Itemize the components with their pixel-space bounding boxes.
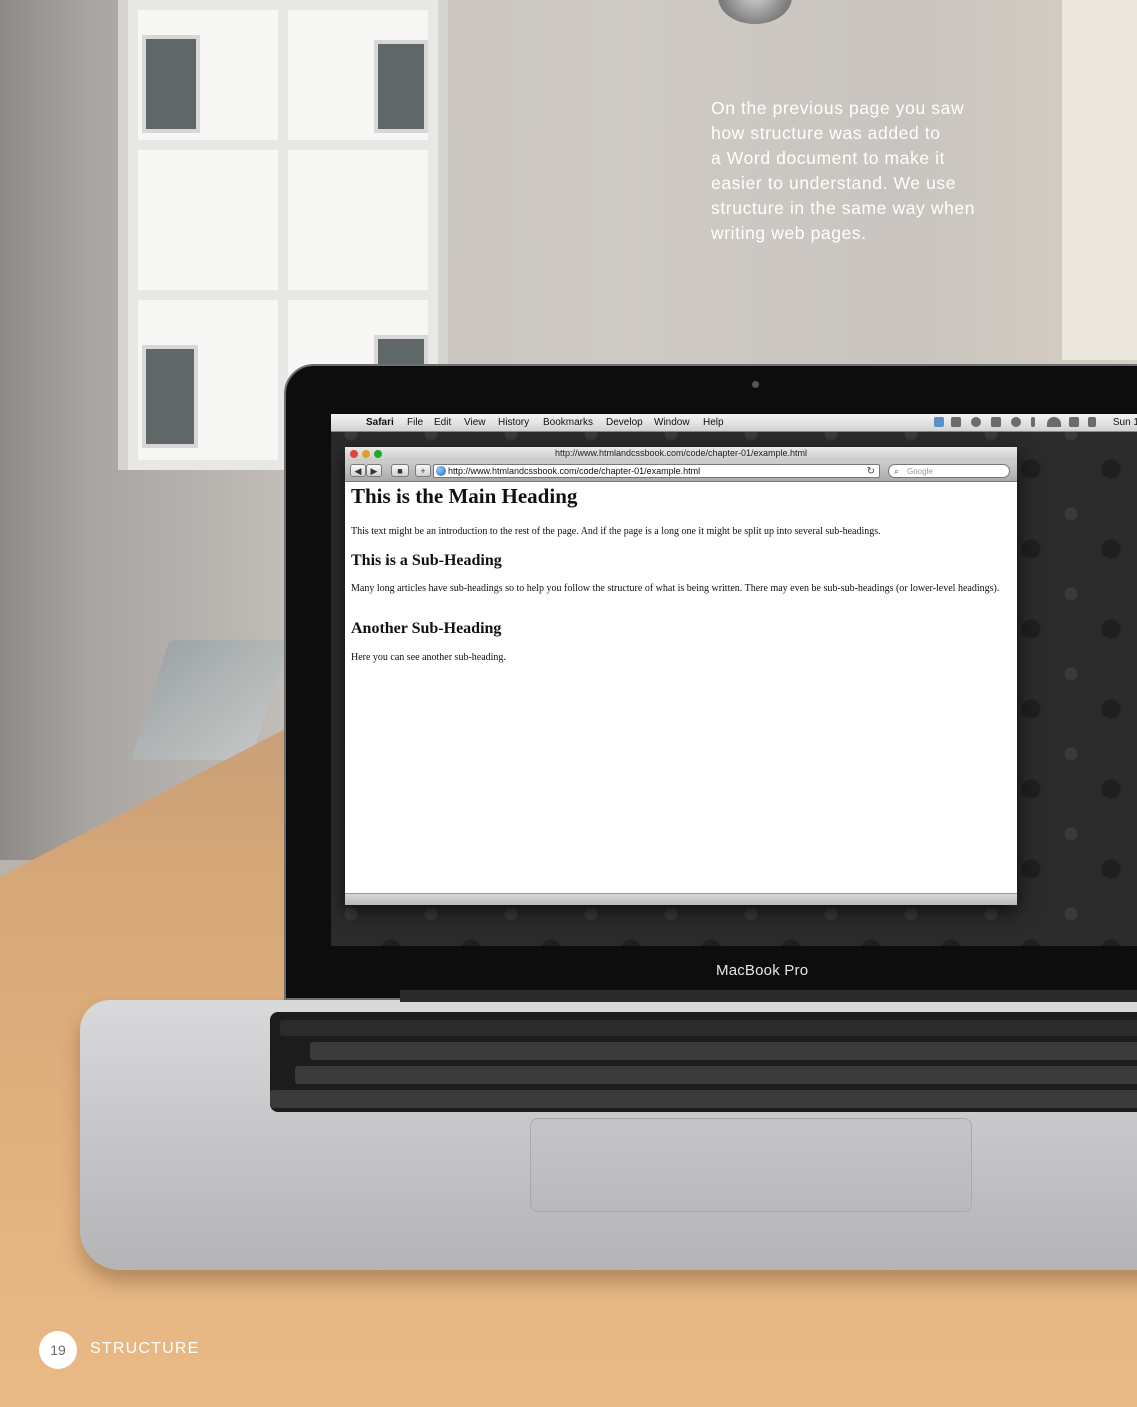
browser-statusbar [345, 893, 1017, 905]
window-pane [288, 150, 428, 290]
intro-paragraph: This text might be an introduction to th… [351, 526, 881, 537]
intro-copy: On the previous page you saw how structu… [711, 98, 976, 243]
back-button[interactable]: ◀ [350, 464, 366, 477]
sub-heading-2: Another Sub-Heading [351, 620, 502, 637]
sub-heading-1: This is a Sub-Heading [351, 552, 502, 569]
key-row [295, 1066, 1137, 1084]
window-title: http://www.htmlandcssbook.com/code/chapt… [554, 448, 808, 458]
key-row [270, 1090, 1137, 1108]
menu-safari[interactable]: Safari [366, 417, 394, 428]
distant-window [374, 40, 428, 133]
key-row [310, 1042, 1137, 1060]
right-window [1062, 0, 1137, 360]
clock-status-icon[interactable] [971, 417, 981, 427]
search-icon: ⌕ [894, 466, 900, 476]
trackpad [530, 1118, 972, 1212]
bluetooth-icon[interactable] [1031, 417, 1035, 427]
wifi-icon[interactable] [1047, 417, 1061, 427]
search-field[interactable]: ⌕ Google [888, 464, 1010, 478]
menu-edit[interactable]: Edit [434, 417, 451, 428]
menu-bookmarks[interactable]: Bookmarks [543, 417, 593, 428]
add-bookmark-button[interactable]: + [415, 464, 431, 477]
key-row [280, 1020, 1137, 1036]
window-pane [138, 150, 278, 290]
menu-history[interactable]: History [498, 417, 529, 428]
display-status-icon[interactable] [991, 417, 1001, 427]
status-app-icon[interactable] [934, 417, 944, 427]
sync-status-icon[interactable] [1011, 417, 1021, 427]
laptop-brand: MacBook Pro [716, 962, 809, 979]
mac-menubar: Safari File Edit View History Bookmarks … [331, 414, 1137, 432]
globe-icon [436, 466, 446, 476]
browser-toolbar: ◀ ▶ ■ + http://www.htmlandcssbook.com/co… [345, 461, 1017, 482]
distant-window [142, 35, 200, 133]
laptop-hinge [400, 990, 1137, 1002]
section-label: STRUCTURE [90, 1340, 200, 1357]
menu-develop[interactable]: Develop [606, 417, 643, 428]
web-page-content: This is the Main Heading This text might… [345, 482, 1017, 894]
menu-help[interactable]: Help [703, 417, 724, 428]
paragraph-2: Here you can see another sub-heading. [351, 652, 506, 663]
input-menu-icon[interactable] [1069, 417, 1079, 427]
window-titlebar: http://www.htmlandcssbook.com/code/chapt… [345, 447, 1017, 461]
share-icon[interactable]: ■ [391, 464, 409, 477]
menu-window[interactable]: Window [654, 417, 690, 428]
menu-view[interactable]: View [464, 417, 486, 428]
page-number: 19 [39, 1331, 77, 1369]
distant-window [142, 345, 198, 448]
address-url: http://www.htmlandcssbook.com/code/chapt… [448, 466, 701, 476]
menu-file[interactable]: File [407, 417, 423, 428]
address-bar[interactable]: http://www.htmlandcssbook.com/code/chapt… [433, 464, 880, 478]
paragraph-1: Many long articles have sub-headings so … [351, 583, 1000, 594]
camera-icon [752, 381, 759, 388]
laptop-screen: Safari File Edit View History Bookmarks … [331, 414, 1137, 946]
safari-window: http://www.htmlandcssbook.com/code/chapt… [345, 447, 1017, 905]
laptop-keyboard [270, 1012, 1137, 1112]
search-placeholder: Google [907, 467, 933, 476]
main-heading: This is the Main Heading [351, 484, 578, 508]
volume-icon[interactable] [1088, 417, 1096, 427]
forward-button[interactable]: ▶ [366, 464, 382, 477]
status-app-icon[interactable] [951, 417, 961, 427]
menubar-clock[interactable]: Sun 1 [1113, 417, 1137, 428]
reload-icon[interactable]: ↻ [867, 465, 875, 477]
